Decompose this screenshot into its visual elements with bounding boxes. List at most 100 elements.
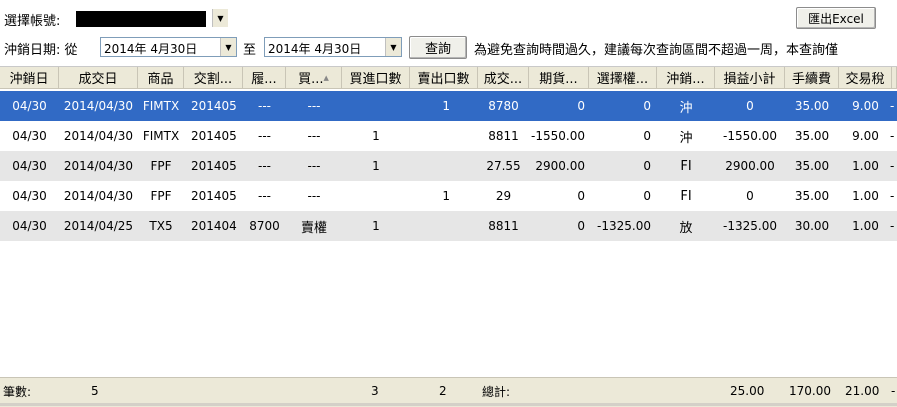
cell-call-put: --- — [307, 189, 321, 203]
row-trailing-mark: - — [890, 159, 895, 173]
cell-trade-price: 8811 — [488, 219, 519, 233]
row-trailing-mark: - — [890, 129, 895, 143]
cell-options-pl: -1325.00 — [597, 219, 651, 233]
row-trailing-mark: - — [890, 99, 895, 113]
date-to-picker[interactable]: 2014年 4月30日 ▼ — [264, 37, 402, 57]
column-header-call-put[interactable]: 買... ▲ — [286, 67, 342, 89]
cell-buy-qty — [342, 91, 410, 121]
cell-strike: --- — [258, 129, 271, 143]
cell-strike: --- — [258, 99, 271, 113]
cell-trade-price: 8811 — [488, 129, 519, 143]
fee-total: 170.00 — [789, 384, 831, 398]
cell-trade-price: 29 — [495, 189, 512, 203]
cell-writeoff-date: 04/30 — [12, 219, 47, 233]
cell-strike: 8700 — [249, 219, 280, 233]
cell-futures-pl: 0 — [577, 219, 585, 233]
column-header-buy-qty[interactable]: 買進口數 — [342, 67, 410, 89]
cell-pl-subtotal: -1550.00 — [723, 129, 777, 143]
cell-writeoff-type: 沖 — [679, 130, 693, 146]
cell-writeoff-type: FI — [680, 158, 692, 174]
settlement-table[interactable]: 沖銷日 成交日 商品 交割... 履... 買... ▲ 買進口數 賣出口數 成交... 期貨..… — [0, 66, 897, 407]
column-header-writeoff-date[interactable]: 沖銷日 — [0, 67, 59, 89]
table-row[interactable]: 04/30 2014/04/30 FPF 201405 --- --- 1 27.55 2900… — [0, 151, 897, 181]
cell-trade-date: 2014/04/30 — [63, 99, 134, 113]
cell-trade-price: 8780 — [488, 99, 519, 113]
export-excel-button[interactable]: 匯出Excel — [796, 7, 876, 29]
sort-ascending-icon: ▲ — [323, 73, 329, 82]
column-header-delivery-month[interactable]: 交割... — [184, 67, 243, 89]
column-header-trade-date[interactable]: 成交日 — [59, 67, 138, 89]
cell-product: FPF — [150, 159, 172, 173]
cell-product: FIMTX — [142, 129, 180, 143]
cell-pl-subtotal: -1325.00 — [723, 219, 777, 233]
column-header-sell-qty[interactable]: 賣出口數 — [410, 67, 478, 89]
table-row[interactable]: 04/30 2014/04/30 FPF 201405 --- --- 1 29 0 0 FI 0 35… — [0, 181, 897, 211]
cell-trade-date: 2014/04/25 — [63, 219, 134, 233]
cell-pl-subtotal: 0 — [746, 99, 754, 113]
cell-fee: 35.00 — [794, 189, 830, 203]
cell-call-put: --- — [307, 99, 321, 113]
row-trailing-mark: - — [890, 189, 895, 203]
count-label: 筆數: — [3, 384, 32, 399]
table-row[interactable]: 04/30 2014/04/25 TX5 201404 8700 賣權 1 8811 0 -132… — [0, 211, 897, 241]
pl-total: 25.00 — [730, 384, 765, 398]
cell-options-pl: 0 — [643, 99, 651, 113]
account-label: 選擇帳號: — [4, 14, 61, 29]
cell-delivery-month: 201404 — [191, 219, 237, 233]
cell-sell-qty — [410, 151, 478, 181]
account-select-masked[interactable] — [76, 11, 206, 27]
cell-delivery-month: 201405 — [191, 99, 237, 113]
cell-writeoff-type: 沖 — [679, 100, 693, 116]
column-header-trade-price[interactable]: 成交... — [478, 67, 529, 89]
cell-pl-subtotal: 2900.00 — [725, 159, 775, 173]
cell-futures-pl: -1550.00 — [531, 129, 585, 143]
table-row[interactable]: 04/30 2014/04/30 FIMTX 201405 --- --- 1 8811 -15… — [0, 121, 897, 151]
cell-product: FIMTX — [142, 99, 180, 113]
chevron-down-icon[interactable]: ▼ — [385, 38, 401, 56]
cell-trade-date: 2014/04/30 — [63, 129, 134, 143]
column-header-tax[interactable]: 交易稅 — [839, 67, 892, 89]
cell-options-pl: 0 — [643, 129, 651, 143]
cell-call-put: --- — [307, 159, 321, 173]
cell-strike: --- — [258, 159, 271, 173]
column-header-writeoff-type[interactable]: 沖銷... — [657, 67, 715, 89]
date-from-picker[interactable]: 2014年 4月30日 ▼ — [100, 37, 237, 57]
query-button[interactable]: 查詢 — [409, 36, 467, 59]
cell-call-put: --- — [307, 129, 321, 143]
cell-delivery-month: 201405 — [191, 159, 237, 173]
cell-writeoff-type: FI — [680, 188, 692, 204]
cell-writeoff-date: 04/30 — [12, 159, 47, 173]
column-header-fee[interactable]: 手續費 — [785, 67, 839, 89]
cell-trade-date: 2014/04/30 — [63, 189, 134, 203]
column-header-strike[interactable]: 履... — [243, 67, 286, 89]
footer-trailing-mark: - — [891, 384, 896, 398]
cell-sell-qty: 1 — [442, 99, 450, 113]
cell-tax: 1.00 — [852, 219, 879, 233]
cell-delivery-month: 201405 — [191, 129, 237, 143]
row-trailing-mark: - — [890, 219, 895, 233]
column-header-futures-pl[interactable]: 期貨... — [529, 67, 589, 89]
date-to-label: 至 — [243, 43, 257, 58]
total-label: 總計: — [482, 384, 511, 399]
column-header-options-pl[interactable]: 選擇權... — [589, 67, 657, 89]
count-value: 5 — [91, 384, 99, 398]
cell-tax: 9.00 — [852, 99, 879, 113]
cell-tax: 9.00 — [852, 129, 879, 143]
column-header-pl-subtotal[interactable]: 損益小計 — [715, 67, 785, 89]
cell-buy-qty: 1 — [372, 219, 380, 233]
cell-sell-qty — [410, 121, 478, 151]
cell-sell-qty: 1 — [442, 189, 450, 203]
date-label: 沖銷日期: 從 — [4, 43, 78, 58]
cell-fee: 35.00 — [794, 99, 830, 113]
date-from-value: 2014年 4月30日 — [104, 42, 198, 56]
cell-writeoff-date: 04/30 — [12, 129, 47, 143]
chevron-down-icon[interactable]: ▼ — [220, 38, 236, 56]
cell-futures-pl: 2900.00 — [535, 159, 585, 173]
cell-tax: 1.00 — [852, 189, 879, 203]
column-header-product[interactable]: 商品 — [138, 67, 184, 89]
chevron-down-icon: ▼ — [212, 9, 228, 27]
query-note: 為避免查詢時間過久，建議每次查詢區間不超過一周，本查詢僅 — [474, 43, 839, 58]
cell-pl-subtotal: 0 — [746, 189, 754, 203]
table-row[interactable]: 04/30 2014/04/30 FIMTX 201405 --- --- 1 8780 0 0 沖… — [0, 91, 897, 121]
account-dropdown-button[interactable]: ▼ — [206, 9, 228, 29]
